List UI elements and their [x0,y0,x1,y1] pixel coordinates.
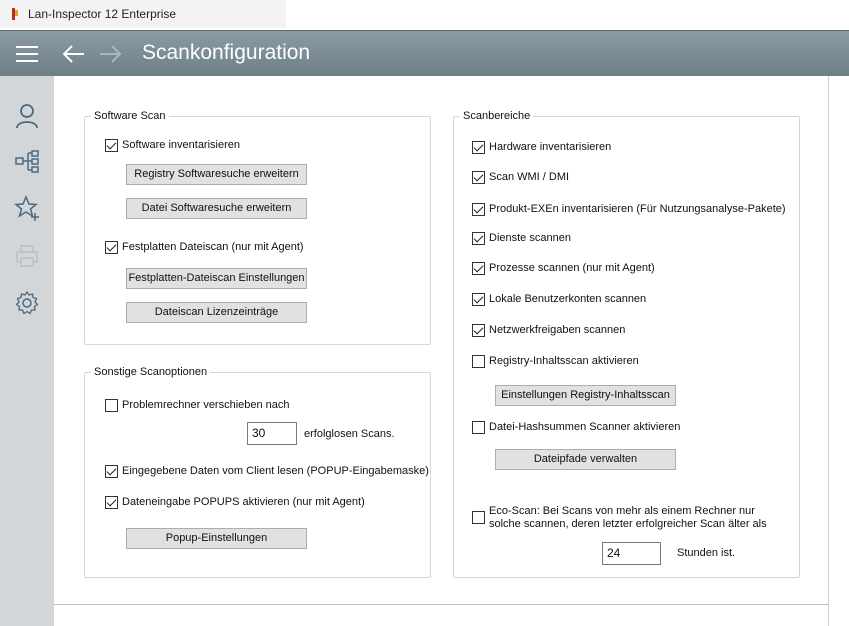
checkbox-box[interactable] [472,355,485,368]
sidebar [0,76,54,626]
checkbox-box[interactable] [472,421,485,434]
checkbox-label: Hardware inventarisieren [489,141,612,153]
app-logo-icon [12,8,18,20]
read-client-data-checkbox[interactable]: Eingegebene Daten vom Client lesen (POPU… [105,465,429,478]
registry-content-scan-checkbox[interactable]: Registry-Inhaltsscan aktivieren [472,355,639,368]
checkbox-box[interactable] [105,241,118,254]
file-search-button[interactable]: Datei Softwaresuche erweitern [126,198,307,219]
network-tree-icon[interactable] [13,148,41,176]
hamburger-menu-icon[interactable] [14,43,40,65]
other-options-title: Sonstige Scanoptionen [91,366,211,378]
page-title: Scankonfiguration [142,41,311,64]
hardware-inventory-checkbox[interactable]: Hardware inventarisieren [472,141,611,154]
checkbox-box[interactable] [472,232,485,245]
printer-icon [16,245,38,267]
scan-wmi-checkbox[interactable]: Scan WMI / DMI [472,171,569,184]
network-shares-scan-checkbox[interactable]: Netzwerkfreigaben scannen [472,324,625,337]
user-icon[interactable] [13,102,41,130]
scan-areas-title: Scanbereiche [460,110,534,122]
content-right-divider [828,76,829,626]
content-bottom-divider [54,604,828,605]
software-scan-title: Software Scan [91,110,169,122]
checkbox-label: Festplatten Dateiscan (nur mit Agent) [122,241,304,253]
checkbox-box[interactable] [472,262,485,275]
software-inventory-checkbox[interactable]: Software inventarisieren [105,139,240,152]
checkbox-label: Netzwerkfreigaben scannen [489,324,626,336]
content-area: Software Scan Software inventarisieren R… [54,76,849,626]
disk-filescan-settings-button[interactable]: Festplatten-Dateiscan Einstellungen [126,268,307,289]
file-paths-button[interactable]: Dateipfade verwalten [495,449,676,470]
checkbox-label: Scan WMI / DMI [489,171,570,183]
enable-popups-checkbox[interactable]: Dateneingabe POPUPS aktivieren (nur mit … [105,496,365,509]
popup-settings-button[interactable]: Popup-Einstellungen [126,528,307,549]
disk-filescan-checkbox[interactable]: Festplatten Dateiscan (nur mit Agent) [105,241,304,254]
checkbox-label: Dateneingabe POPUPS aktivieren (nur mit … [122,496,365,508]
other-options-group: Sonstige Scanoptionen Problemrechner ver… [84,366,431,578]
checkbox-label: Problemrechner verschieben nach [122,399,290,411]
filescan-license-button[interactable]: Dateiscan Lizenzeinträge [126,302,307,323]
local-accounts-scan-checkbox[interactable]: Lokale Benutzerkonten scannen [472,293,646,306]
checkbox-box[interactable] [472,171,485,184]
move-problem-computers-checkbox[interactable]: Problemrechner verschieben nach [105,399,290,412]
processes-scan-checkbox[interactable]: Prozesse scannen (nur mit Agent) [472,262,655,275]
checkbox-label: Lokale Benutzerkonten scannen [489,293,647,305]
registry-search-button[interactable]: Registry Softwaresuche erweitern [126,164,307,185]
window-title: Lan-Inspector 12 Enterprise [28,7,177,21]
eco-hours-input[interactable]: 24 [602,542,661,565]
star-add-icon[interactable] [13,194,41,222]
checkbox-box[interactable] [472,203,485,216]
back-arrow-icon[interactable] [60,42,88,66]
product-exe-inventory-checkbox[interactable]: Produkt-EXEn inventarisieren (Für Nutzun… [472,203,786,216]
forward-arrow-icon [100,45,122,63]
services-scan-checkbox[interactable]: Dienste scannen [472,232,571,245]
checkbox-box[interactable] [105,399,118,412]
checkbox-box[interactable] [472,324,485,337]
checkbox-label: Prozesse scannen (nur mit Agent) [489,262,655,274]
app-header: Scankonfiguration [0,30,849,76]
checkbox-label: Datei-Hashsummen Scanner aktivieren [489,421,681,433]
checkbox-label: Dienste scannen [489,232,571,244]
registry-settings-button[interactable]: Einstellungen Registry-Inhaltsscan [495,385,676,406]
hash-scanner-checkbox[interactable]: Datei-Hashsummen Scanner aktivieren [472,421,680,434]
software-scan-group: Software Scan Software inventarisieren R… [84,110,431,345]
checkbox-box[interactable] [472,511,485,524]
scan-areas-group: Scanbereiche Hardware inventarisieren Sc… [453,110,800,578]
checkbox-label: Eco-Scan: Bei Scans von mehr als einem R… [489,505,767,530]
checkbox-label: Registry-Inhaltsscan aktivieren [489,355,639,367]
eco-scan-checkbox[interactable]: Eco-Scan: Bei Scans von mehr als einem R… [472,505,787,531]
eco-hours-label: Stunden ist. [677,547,736,559]
checkbox-box[interactable] [472,141,485,154]
gear-icon[interactable] [13,289,41,317]
failed-scans-input[interactable]: 30 [247,422,297,445]
checkbox-label: Produkt-EXEn inventarisieren (Für Nutzun… [489,203,786,215]
checkbox-box[interactable] [105,139,118,152]
window-tab: Lan-Inspector 12 Enterprise [0,0,286,28]
checkbox-box[interactable] [472,293,485,306]
checkbox-box[interactable] [105,496,118,509]
checkbox-box[interactable] [105,465,118,478]
checkbox-label: Software inventarisieren [122,139,241,151]
window-titlebar: Lan-Inspector 12 Enterprise [0,0,849,30]
failed-scans-label: erfolglosen Scans. [304,428,395,440]
checkbox-label: Eingegebene Daten vom Client lesen (POPU… [122,465,429,477]
